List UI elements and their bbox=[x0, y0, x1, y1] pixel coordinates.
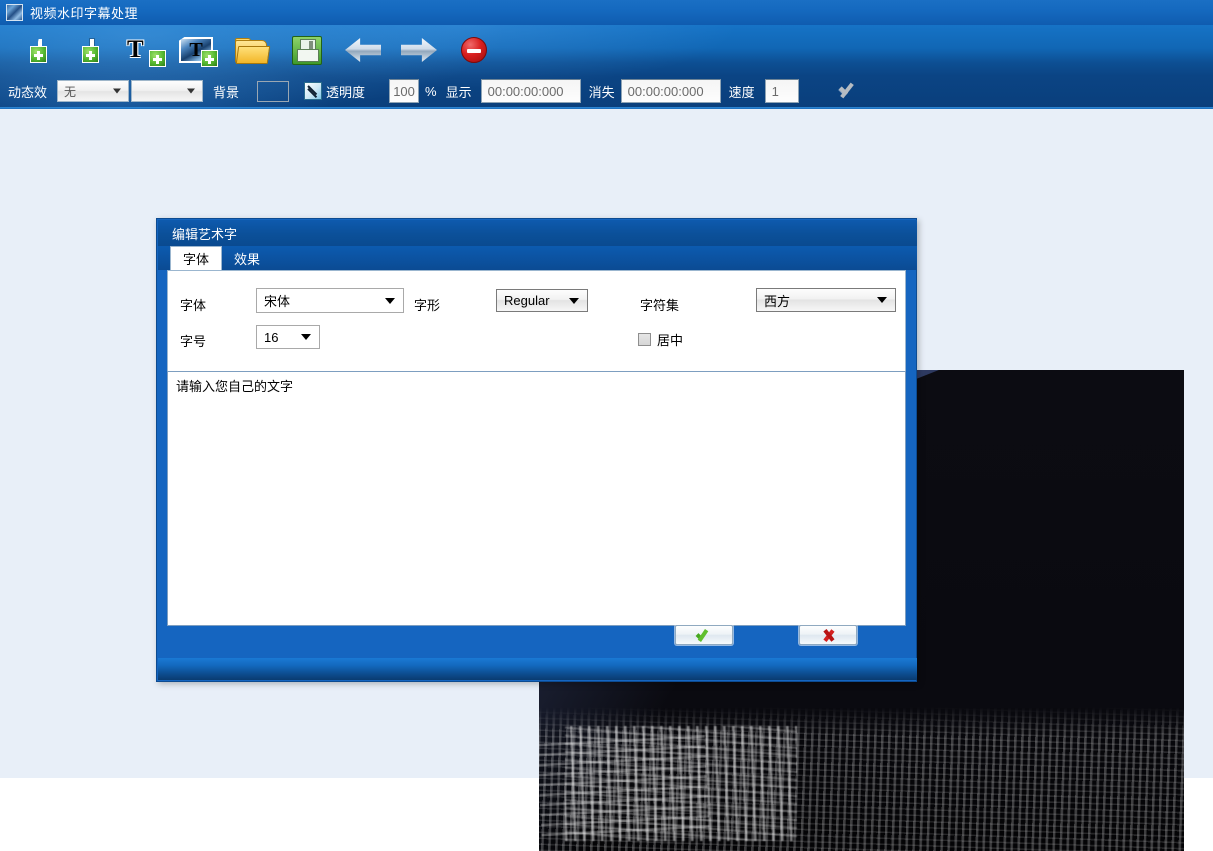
open-file-button[interactable] bbox=[222, 28, 280, 72]
forward-button[interactable] bbox=[392, 28, 446, 72]
red-x-icon bbox=[821, 629, 836, 642]
app-title: 视频水印字幕处理 bbox=[30, 6, 139, 21]
add-image-button[interactable] bbox=[66, 28, 118, 72]
show-time-input[interactable]: 00:00:00:000 bbox=[480, 79, 581, 103]
tab-font[interactable]: 字体 bbox=[170, 246, 223, 270]
chevron-down-icon bbox=[385, 297, 395, 304]
speed-label: 速度 bbox=[728, 84, 755, 100]
speed-value: 1 bbox=[771, 83, 779, 99]
transparency-value: 100 bbox=[393, 83, 415, 99]
tab-font-label: 字体 bbox=[183, 252, 210, 267]
back-button[interactable] bbox=[334, 28, 392, 72]
font-family-label: 字体 bbox=[180, 298, 207, 313]
folder-open-icon bbox=[235, 37, 271, 64]
chevron-down-icon bbox=[569, 297, 579, 304]
chevron-down-icon bbox=[877, 297, 887, 303]
center-checkbox[interactable] bbox=[638, 333, 651, 346]
font-family-value: 宋体 bbox=[264, 294, 291, 309]
show-time-value: 00:00:00:000 bbox=[487, 83, 564, 99]
text-plus-icon: T bbox=[127, 37, 166, 67]
eyedropper-icon[interactable] bbox=[304, 82, 323, 100]
toolbar-field-row: 动态效 无 背景 透明度 100 % 显示 00:00:00:000 消失 00… bbox=[0, 73, 1213, 109]
wordart-text-input[interactable]: 请输入您自己的文字 bbox=[167, 371, 906, 626]
hide-label: 消失 bbox=[588, 84, 615, 100]
chevron-down-icon bbox=[187, 88, 196, 94]
main-toolbar: T T 动态效 无 背景 透明度 100 % 显示 00:00:00:000 消… bbox=[0, 25, 1213, 109]
charset-value: 西方 bbox=[764, 293, 791, 309]
font-family-combo[interactable]: 宋体 bbox=[256, 288, 404, 313]
charset-label: 字符集 bbox=[640, 298, 680, 313]
transparency-input[interactable]: 100 bbox=[389, 79, 420, 103]
chevron-down-icon bbox=[113, 88, 122, 94]
arrow-left-icon bbox=[345, 38, 381, 62]
chevron-down-icon bbox=[301, 334, 311, 340]
dialog-tabstrip: 字体 效果 bbox=[158, 246, 917, 270]
dialog-footer-bar bbox=[158, 658, 917, 680]
font-style-value: Regular bbox=[504, 293, 550, 308]
floppy-save-icon bbox=[292, 35, 322, 65]
stop-button[interactable] bbox=[446, 28, 502, 72]
stop-sign-icon bbox=[461, 37, 487, 63]
application-window: 视频水印字幕处理 T T 动态效 无 背景 透明度 100 % 显示 00:00… bbox=[0, 0, 1213, 851]
check-apply-icon[interactable] bbox=[837, 81, 863, 101]
center-checkbox-label: 居中 bbox=[657, 333, 684, 348]
animation-combo-secondary[interactable] bbox=[131, 80, 204, 102]
ok-button[interactable] bbox=[675, 625, 733, 645]
hide-time-input[interactable]: 00:00:00:000 bbox=[620, 79, 721, 103]
dialog-titlebar: 编辑艺术字 bbox=[158, 220, 917, 246]
background-label: 背景 bbox=[213, 84, 240, 100]
charset-combo[interactable]: 西方 bbox=[756, 288, 896, 312]
center-checkbox-row[interactable]: 居中 bbox=[638, 330, 683, 349]
font-size-combo[interactable]: 16 bbox=[256, 325, 320, 349]
hide-time-value: 00:00:00:000 bbox=[627, 83, 704, 99]
font-style-label: 字形 bbox=[414, 298, 441, 313]
save-file-button[interactable] bbox=[280, 28, 334, 72]
tab-effects[interactable]: 效果 bbox=[222, 246, 272, 270]
add-text-video-button[interactable]: T bbox=[170, 28, 222, 72]
font-size-label: 字号 bbox=[180, 334, 207, 349]
font-settings-panel: 字体 宋体 字形 Regular 字符集 西方 字号 16 居中 bbox=[167, 270, 906, 380]
transparency-label: 透明度 bbox=[326, 84, 366, 100]
window-titlebar: 视频水印字幕处理 bbox=[0, 0, 1213, 25]
animation-label: 动态效 bbox=[8, 84, 48, 100]
add-video-button[interactable] bbox=[14, 28, 66, 72]
cancel-button[interactable] bbox=[799, 625, 857, 645]
text-video-plus-icon: T bbox=[179, 37, 218, 67]
percent-label: % bbox=[425, 83, 437, 99]
preview-credits-text bbox=[539, 731, 710, 837]
animation-combo-value: 无 bbox=[64, 84, 77, 99]
video-plus-icon bbox=[30, 39, 47, 63]
app-window-icon bbox=[6, 4, 23, 21]
green-check-icon bbox=[696, 629, 712, 642]
font-style-combo[interactable]: Regular bbox=[496, 289, 588, 312]
photo-plus-icon bbox=[82, 39, 99, 63]
tab-effects-label: 效果 bbox=[234, 251, 261, 267]
edit-wordart-dialog: 编辑艺术字 字体 效果 字体 宋体 字形 Regular 字符集 西方 字号 1… bbox=[156, 218, 917, 682]
toolbar-icon-row: T T bbox=[14, 28, 502, 72]
animation-combo[interactable]: 无 bbox=[57, 80, 130, 102]
speed-input[interactable]: 1 bbox=[764, 79, 799, 103]
show-label: 显示 bbox=[445, 84, 472, 100]
background-color-swatch[interactable] bbox=[257, 80, 290, 102]
add-text-button[interactable]: T bbox=[118, 28, 170, 72]
font-size-value: 16 bbox=[264, 329, 279, 345]
dialog-title: 编辑艺术字 bbox=[172, 226, 238, 242]
arrow-right-icon bbox=[401, 38, 437, 62]
